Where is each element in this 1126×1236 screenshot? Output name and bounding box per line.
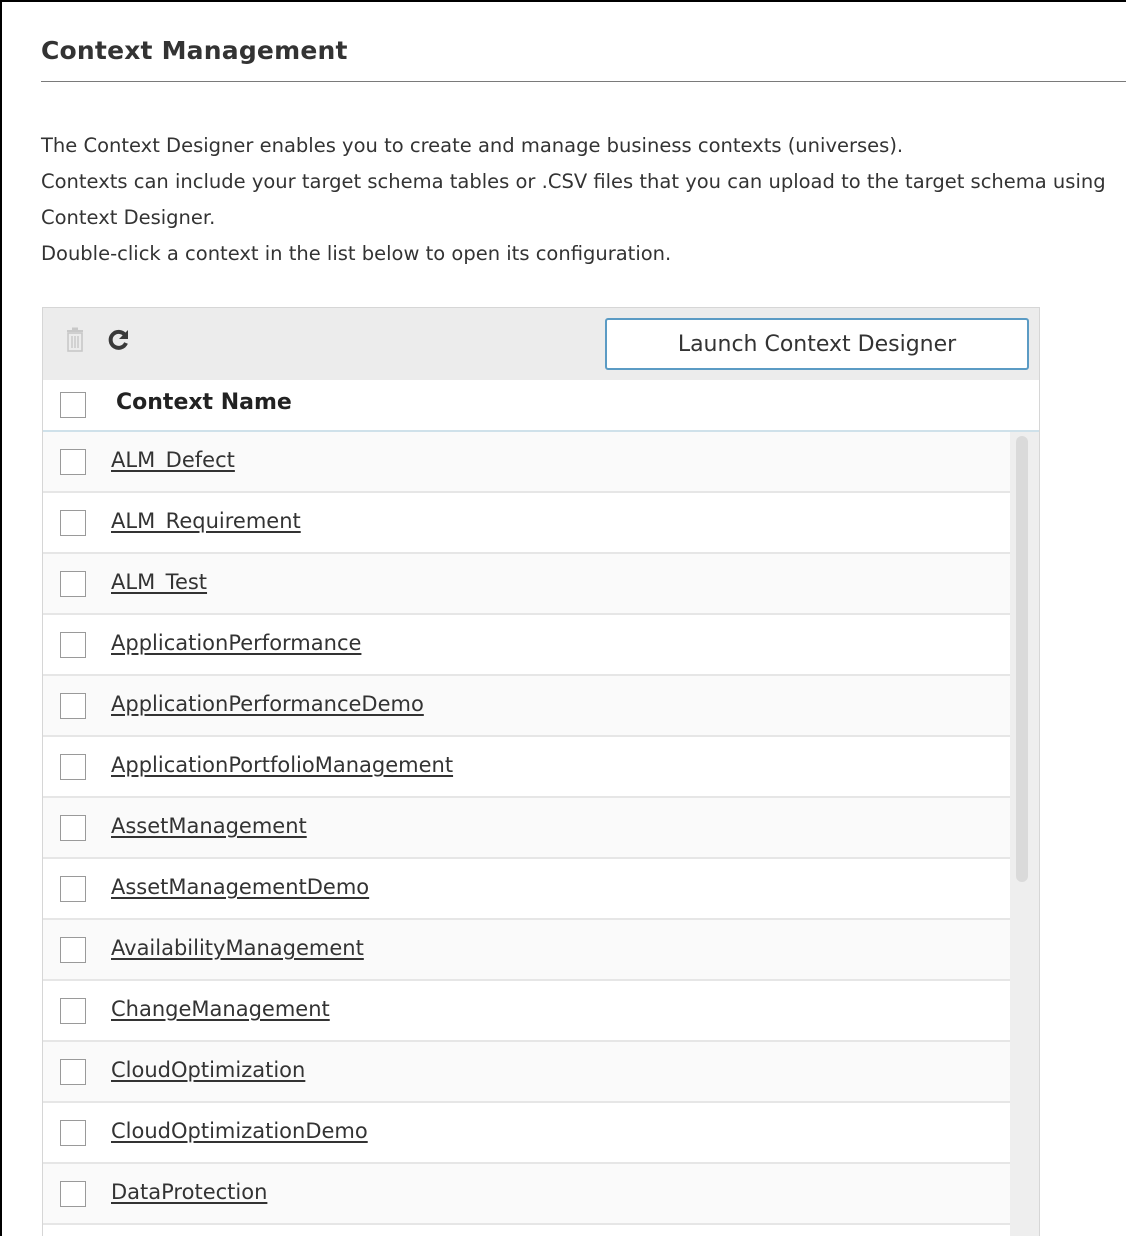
row-checkbox[interactable] — [60, 937, 86, 963]
scrollbar-thumb[interactable] — [1016, 436, 1028, 882]
context-link[interactable]: ApplicationPortfolioManagement — [111, 753, 453, 777]
context-link[interactable]: CloudOptimization — [111, 1058, 305, 1082]
table-row[interactable]: ALM_Test — [43, 554, 1010, 615]
launch-context-designer-button[interactable]: Launch Context Designer — [605, 318, 1029, 370]
context-link[interactable]: DataProtection — [111, 1180, 267, 1204]
row-checkbox[interactable] — [60, 693, 86, 719]
context-link[interactable]: ApplicationPerformanceDemo — [111, 692, 424, 716]
context-link[interactable]: ALM_Requirement — [111, 509, 301, 533]
table-row[interactable]: CloudOptimization — [43, 1042, 1010, 1103]
vertical-scrollbar[interactable] — [1010, 432, 1039, 1236]
intro-line-2: Contexts can include your target schema … — [41, 170, 1106, 229]
row-checkbox[interactable] — [60, 1181, 86, 1207]
row-checkbox[interactable] — [60, 571, 86, 597]
intro-line-1: The Context Designer enables you to crea… — [41, 134, 904, 157]
refresh-icon[interactable] — [104, 326, 132, 354]
context-link[interactable]: AssetManagement — [111, 814, 307, 838]
table-row[interactable]: AssetManagement — [43, 798, 1010, 859]
context-grid: Launch Context Designer Context Name ALM… — [42, 307, 1040, 1236]
table-row[interactable]: ALM_Requirement — [43, 493, 1010, 554]
table-row[interactable]: ChangeManagement — [43, 981, 1010, 1042]
row-checkbox[interactable] — [60, 1059, 86, 1085]
context-list: ALM_Defect ALM_Requirement ALM_Test Appl… — [43, 432, 1010, 1225]
row-checkbox[interactable] — [60, 1120, 86, 1146]
table-row[interactable]: ApplicationPerformance — [43, 615, 1010, 676]
intro-line-3: Double-click a context in the list below… — [41, 242, 672, 265]
context-link[interactable]: ChangeManagement — [111, 997, 330, 1021]
table-header: Context Name — [43, 380, 1039, 432]
title-divider — [41, 81, 1126, 82]
context-link[interactable]: ALM_Defect — [111, 448, 235, 472]
row-checkbox[interactable] — [60, 754, 86, 780]
context-link[interactable]: AssetManagementDemo — [111, 875, 369, 899]
table-row[interactable]: DataProtection — [43, 1164, 1010, 1225]
row-checkbox[interactable] — [60, 632, 86, 658]
grid-toolbar: Launch Context Designer — [43, 308, 1039, 380]
table-row[interactable]: AvailabilityManagement — [43, 920, 1010, 981]
context-link[interactable]: AvailabilityManagement — [111, 936, 364, 960]
trash-icon[interactable] — [61, 326, 89, 354]
context-link[interactable]: CloudOptimizationDemo — [111, 1119, 368, 1143]
page-title: Context Management — [41, 36, 348, 65]
table-row[interactable]: ALM_Defect — [43, 432, 1010, 493]
table-row[interactable]: ApplicationPerformanceDemo — [43, 676, 1010, 737]
column-header-context-name: Context Name — [116, 390, 292, 415]
table-row[interactable]: CloudOptimizationDemo — [43, 1103, 1010, 1164]
select-all-checkbox[interactable] — [60, 392, 86, 418]
row-checkbox[interactable] — [60, 815, 86, 841]
row-checkbox[interactable] — [60, 876, 86, 902]
table-row[interactable]: ApplicationPortfolioManagement — [43, 737, 1010, 798]
row-checkbox[interactable] — [60, 510, 86, 536]
row-checkbox[interactable] — [60, 998, 86, 1024]
context-link[interactable]: ALM_Test — [111, 570, 207, 594]
intro-text: The Context Designer enables you to crea… — [41, 128, 1121, 272]
table-row[interactable]: AssetManagementDemo — [43, 859, 1010, 920]
context-link[interactable]: ApplicationPerformance — [111, 631, 361, 655]
row-checkbox[interactable] — [60, 449, 86, 475]
